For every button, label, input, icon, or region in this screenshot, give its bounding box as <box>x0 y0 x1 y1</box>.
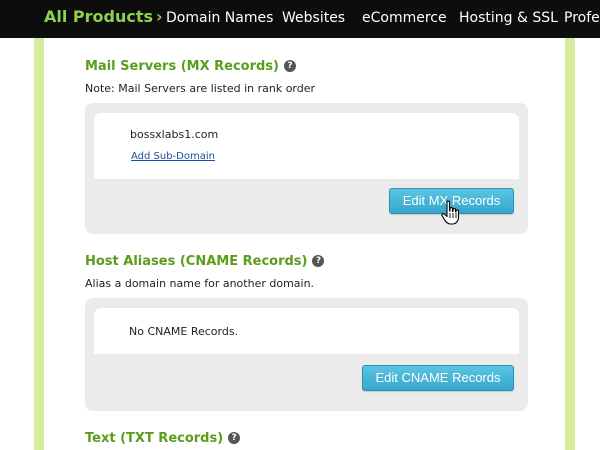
page: All Products › Domain Names Websites eCom… <box>0 0 600 450</box>
cname-title-text: Host Aliases (CNAME Records) <box>85 254 308 269</box>
nav-hosting-ssl[interactable]: Hosting & SSL <box>459 9 558 27</box>
edit-cname-records-button[interactable]: Edit CNAME Records <box>362 365 514 391</box>
mx-section-title: Mail Servers (MX Records)? <box>85 59 296 75</box>
top-nav: All Products › Domain Names Websites eCom… <box>0 0 600 38</box>
mx-note: Note: Mail Servers are listed in rank or… <box>85 82 316 95</box>
txt-section-title: Text (TXT Records)? <box>85 431 241 447</box>
cname-section-title: Host Aliases (CNAME Records)? <box>85 254 325 270</box>
mx-title-text: Mail Servers (MX Records) <box>85 59 279 74</box>
cname-panel: No CNAME Records. Edit CNAME Records <box>85 298 528 411</box>
mx-domain: bossxlabs1.com <box>130 128 219 141</box>
cname-note: Alias a domain name for another domain. <box>85 277 315 290</box>
nav-all-products-label: All Products <box>44 7 154 26</box>
nav-all-products[interactable]: All Products › <box>44 8 163 26</box>
right-rail <box>565 38 575 450</box>
help-circle-icon[interactable]: ? <box>312 255 325 267</box>
cname-record-box: No CNAME Records. <box>94 308 519 354</box>
nav-ecommerce[interactable]: eCommerce <box>362 9 447 27</box>
nav-domain-names[interactable]: Domain Names <box>166 9 273 27</box>
nav-professional[interactable]: Profes <box>564 9 600 27</box>
nav-websites[interactable]: Websites <box>282 9 345 27</box>
add-sub-domain-link[interactable]: Add Sub-Domain <box>131 150 215 163</box>
left-rail <box>34 38 44 450</box>
txt-title-text: Text (TXT Records) <box>85 431 224 446</box>
cname-empty-text: No CNAME Records. <box>129 325 239 338</box>
help-circle-icon[interactable]: ? <box>284 60 296 72</box>
mx-record-box: bossxlabs1.com Add Sub-Domain <box>94 113 519 179</box>
chevron-right-icon: › <box>156 7 163 26</box>
help-circle-icon[interactable]: ? <box>228 432 241 444</box>
hand-pointer-icon <box>441 200 460 225</box>
